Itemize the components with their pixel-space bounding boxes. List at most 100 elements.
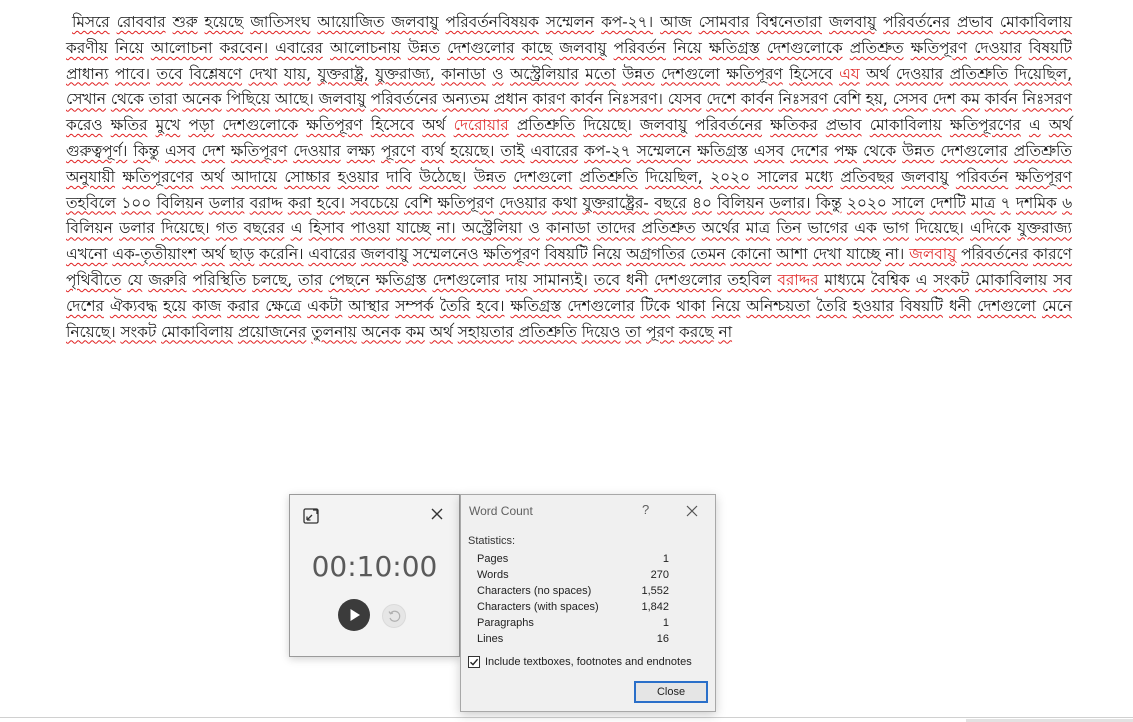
- word: ক্ষতিপূরণ: [437, 193, 494, 212]
- reset-icon: [388, 610, 401, 622]
- word: সবচেয়ে: [350, 193, 399, 212]
- word: দেশগুলোর: [432, 270, 500, 289]
- word: কিন্তু: [133, 141, 160, 160]
- word: জলবায়ু: [829, 13, 877, 31]
- word: পক্ষ: [834, 141, 857, 160]
- word: জলবায়ু: [391, 13, 439, 31]
- word: ও: [528, 219, 540, 238]
- word: সম্মেলনেও: [412, 245, 479, 264]
- word: উন্নত: [407, 38, 440, 57]
- word: আদায়ে: [231, 167, 277, 186]
- play-button[interactable]: [338, 599, 370, 631]
- help-button[interactable]: ?: [642, 502, 649, 517]
- word: দেশগুলোকে: [766, 38, 843, 57]
- word: তার: [298, 270, 323, 289]
- flagged-word: দেরোয়ার: [453, 116, 509, 135]
- flagged-word: জলবায়ু: [909, 245, 957, 264]
- include-textboxes-checkbox[interactable]: [468, 656, 480, 668]
- include-textboxes-label[interactable]: Include textboxes, footnotes and endnote…: [485, 656, 692, 668]
- word: মধ্যে: [805, 167, 833, 186]
- word: পরিবর্তনের: [695, 116, 763, 135]
- stat-row-characters-no-spaces: Characters (no spaces) 1,552: [477, 585, 669, 601]
- word: দেশে: [706, 90, 736, 109]
- word: সালের: [757, 167, 798, 186]
- word: মোকাবিলায়: [975, 270, 1048, 289]
- word: এ: [1028, 116, 1041, 135]
- word: ক্ষতিপূরণ: [726, 64, 783, 83]
- word: আয়োজিত: [317, 13, 385, 31]
- word: দিয়েছিল,: [1014, 64, 1072, 83]
- word: গত: [215, 219, 238, 238]
- word: দিয়েছে।: [915, 219, 964, 238]
- word: আলোচনায়: [329, 38, 401, 57]
- word: কম: [405, 322, 425, 341]
- word: ক্ষতিপূরণ: [1015, 167, 1072, 186]
- stat-label: Pages: [477, 553, 509, 565]
- word: ক্ষতির: [110, 116, 148, 135]
- word: দেশগুলো: [977, 296, 1036, 315]
- word: ৭: [1000, 193, 1011, 212]
- word: সব: [1053, 270, 1072, 289]
- word: মাত্র: [745, 219, 770, 238]
- word: একটা: [307, 296, 343, 315]
- word: অর্থ: [422, 116, 446, 135]
- word: দিয়েছিল,: [645, 167, 703, 186]
- word: সংকট: [933, 270, 970, 289]
- word: নিয়ে: [592, 245, 622, 264]
- word: করবেন।: [219, 38, 269, 57]
- word: বরাদ্দ: [249, 193, 283, 212]
- word: কারণে: [1032, 245, 1072, 264]
- close-button[interactable]: Close: [634, 681, 708, 703]
- word: নিঃসরণ: [1022, 90, 1072, 109]
- word: জলবায়ু: [901, 167, 949, 186]
- word: পিছিয়ে: [226, 90, 271, 109]
- word: ডলার: [208, 193, 245, 212]
- expand-icon[interactable]: [302, 507, 320, 525]
- close-icon[interactable]: [684, 503, 700, 519]
- word: সহায়তার: [457, 322, 514, 341]
- word: কাছে: [521, 38, 553, 57]
- word: দেশগুলোর: [940, 141, 1008, 160]
- word: এদিকে: [970, 219, 1011, 238]
- word: এ: [290, 219, 303, 238]
- word: অর্থের: [701, 219, 740, 238]
- word: পড়া: [188, 116, 215, 135]
- word: জাতিসংঘ: [250, 13, 311, 31]
- word: ৪০: [692, 193, 712, 212]
- word: সামান্যই।: [533, 270, 588, 289]
- word: ক্ষতিগ্রস্ত: [708, 38, 760, 57]
- word: না।: [436, 219, 456, 238]
- word: মেনে: [1041, 296, 1072, 315]
- word: আজ: [660, 13, 692, 31]
- word: উঠেছে।: [419, 167, 467, 186]
- word: বিলিয়ন: [66, 219, 113, 238]
- word: আলোচনা: [150, 38, 213, 57]
- word: হিসেবে: [789, 64, 833, 83]
- word: পরিবর্তনবিষয়ক: [445, 13, 539, 31]
- word: চলছে,: [252, 270, 293, 289]
- word: করেও: [66, 116, 103, 135]
- word: বিষয়টি: [1028, 38, 1072, 57]
- word-count-dialog: Word Count ? Statistics: Pages 1 Words 2…: [460, 494, 716, 712]
- word: করার: [227, 296, 260, 315]
- reset-button[interactable]: [382, 604, 406, 628]
- document-page: মিসরে রোববার শুরু হয়েছে জাতিসংঘ আয়োজিত…: [66, 10, 1072, 345]
- word: যুক্তরাজ্য,: [375, 64, 435, 83]
- word: অর্থ: [429, 322, 453, 341]
- word: টিকে: [640, 296, 671, 315]
- word: দেশগুলোর: [654, 270, 722, 289]
- document-paragraph[interactable]: মিসরে রোববার শুরু হয়েছে জাতিসংঘ আয়োজিত…: [66, 10, 1072, 345]
- word: বিশ্বনেতারা: [756, 13, 822, 31]
- word: ক্ষতিগ্রস্ত: [510, 296, 562, 315]
- stat-label: Characters (with spaces): [477, 601, 599, 613]
- word: তৈরি: [439, 296, 471, 315]
- word: করা: [287, 193, 312, 212]
- word: সম্পর্ক: [395, 296, 434, 315]
- word: সোচ্চার: [284, 167, 331, 186]
- word: বৈশ্বিক: [871, 270, 910, 289]
- close-icon[interactable]: [426, 503, 448, 525]
- word: বছরের: [243, 219, 285, 238]
- word: অনেক: [361, 322, 401, 341]
- word: দেশগুলোকে: [222, 116, 299, 135]
- word: দেশটি: [929, 193, 966, 212]
